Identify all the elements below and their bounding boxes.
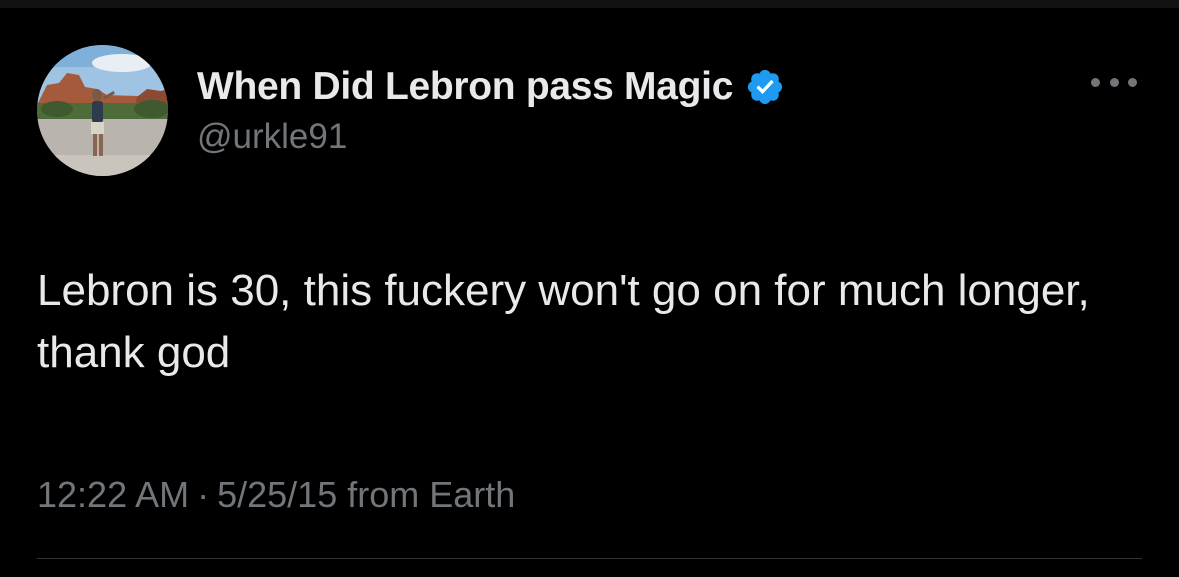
divider — [37, 558, 1142, 559]
more-dot — [1128, 77, 1137, 87]
author-display-name[interactable]: When Did Lebron pass Magic — [197, 65, 733, 109]
meta-separator: · — [197, 474, 210, 515]
verified-badge-icon[interactable] — [745, 67, 785, 107]
avatar-photo — [37, 45, 168, 176]
author-name-row: When Did Lebron pass Magic — [197, 62, 785, 112]
more-dot — [1109, 77, 1119, 87]
more-options-icon[interactable] — [1091, 72, 1137, 92]
tweet-time[interactable]: 12:22 AM — [37, 474, 189, 515]
tweet-meta: 12:22 AM · 5/25/15 from Earth — [37, 474, 515, 516]
tweet-source: from Earth — [347, 474, 516, 515]
tweet-text: Lebron is 30, this fuckery won't go on f… — [37, 266, 1090, 377]
tweet-date[interactable]: 5/25/15 — [217, 474, 337, 515]
tweet-card: When Did Lebron pass Magic @urkle91 Lebr… — [0, 0, 1179, 577]
more-dot — [1091, 77, 1100, 87]
author-handle[interactable]: @urkle91 — [197, 117, 347, 157]
avatar[interactable] — [37, 45, 168, 176]
